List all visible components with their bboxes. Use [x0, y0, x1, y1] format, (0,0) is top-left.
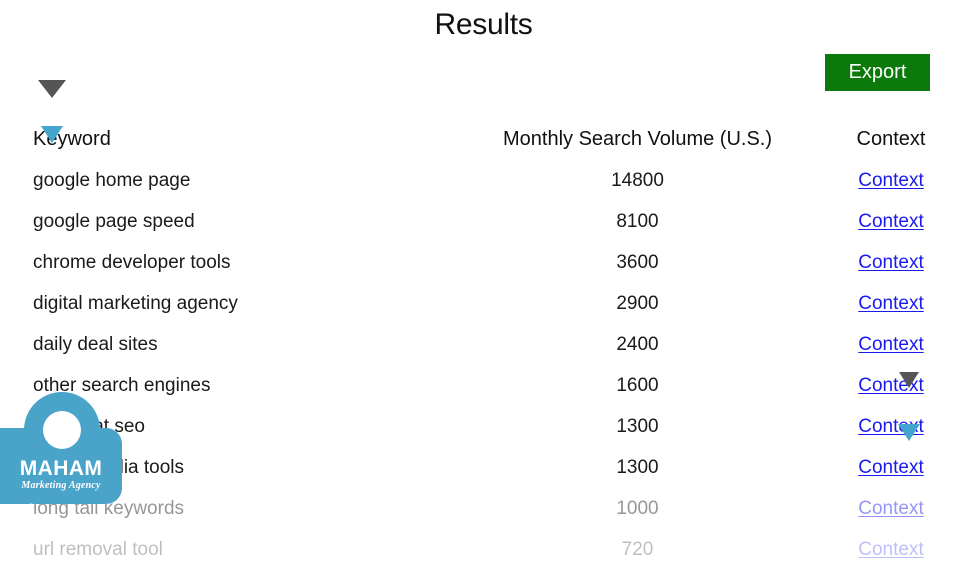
table-row: long tail keywords 1000 Context [0, 488, 967, 529]
cell-keyword: digital marketing agency [33, 292, 238, 314]
cell-context: Context [815, 333, 967, 357]
context-link[interactable]: Context [858, 539, 923, 560]
column-header-volume[interactable]: Monthly Search Volume (U.S.) [460, 127, 815, 151]
cell-keyword: daily deal sites [33, 333, 158, 355]
cell-context: Context [815, 374, 967, 398]
context-link[interactable]: Context [858, 211, 923, 232]
cell-keyword: long tail keywords [33, 497, 185, 519]
context-link[interactable]: Context [858, 416, 923, 437]
cell-keyword: chrome developer tools [33, 251, 231, 273]
cell-context: Context [815, 456, 967, 480]
cell-context: Context [815, 292, 967, 316]
cell-volume: 1000 [616, 497, 659, 519]
cell-volume: 1300 [616, 456, 659, 478]
cell-volume: 3600 [616, 251, 659, 273]
export-button[interactable]: Export [825, 54, 930, 91]
table-row: chrome developer tools 3600 Context [0, 242, 967, 283]
triangle-down-icon[interactable] [38, 80, 66, 98]
cell-volume: 8100 [616, 210, 659, 232]
cell-volume: 2900 [616, 292, 659, 314]
column-header-context[interactable]: Context [815, 127, 967, 151]
cell-keyword: google page speed [33, 210, 195, 232]
context-link[interactable]: Context [858, 170, 923, 191]
cell-context: Context [815, 415, 967, 439]
table-header-row: Keyword Monthly Search Volume (U.S.) Con… [0, 118, 967, 160]
context-link[interactable]: Context [858, 457, 923, 478]
cell-context: Context [815, 497, 967, 521]
cell-keyword: google home page [33, 169, 191, 191]
cell-volume: 1600 [616, 374, 659, 396]
table-row: google page speed 8100 Context [0, 201, 967, 242]
column-header-keyword[interactable]: Keyword [0, 127, 460, 151]
cell-context: Context [815, 251, 967, 275]
page-title: Results [434, 8, 533, 41]
table-row: white hat seo 1300 Context [0, 406, 967, 447]
table-row: daily deal sites 2400 Context [0, 324, 967, 365]
table-row: google home page 14800 Context [0, 160, 967, 201]
cell-keyword: social media tools [33, 456, 185, 478]
context-link[interactable]: Context [858, 293, 923, 314]
context-link[interactable]: Context [858, 334, 923, 355]
results-table: Keyword Monthly Search Volume (U.S.) Con… [0, 118, 967, 570]
cell-context: Context [815, 169, 967, 193]
table-row: digital marketing agency 2900 Context [0, 283, 967, 324]
table-row: other search engines 1600 Context [0, 365, 967, 406]
context-link[interactable]: Context [858, 252, 923, 273]
cell-keyword: white hat seo [33, 415, 145, 437]
cell-volume: 2400 [616, 333, 659, 355]
context-link[interactable]: Context [858, 375, 923, 396]
cell-volume: 14800 [611, 169, 664, 191]
context-link[interactable]: Context [858, 498, 923, 519]
cell-keyword: other search engines [33, 374, 211, 396]
cell-context: Context [815, 210, 967, 234]
table-row: social media tools 1300 Context [0, 447, 967, 488]
cell-volume: 1300 [616, 415, 659, 437]
